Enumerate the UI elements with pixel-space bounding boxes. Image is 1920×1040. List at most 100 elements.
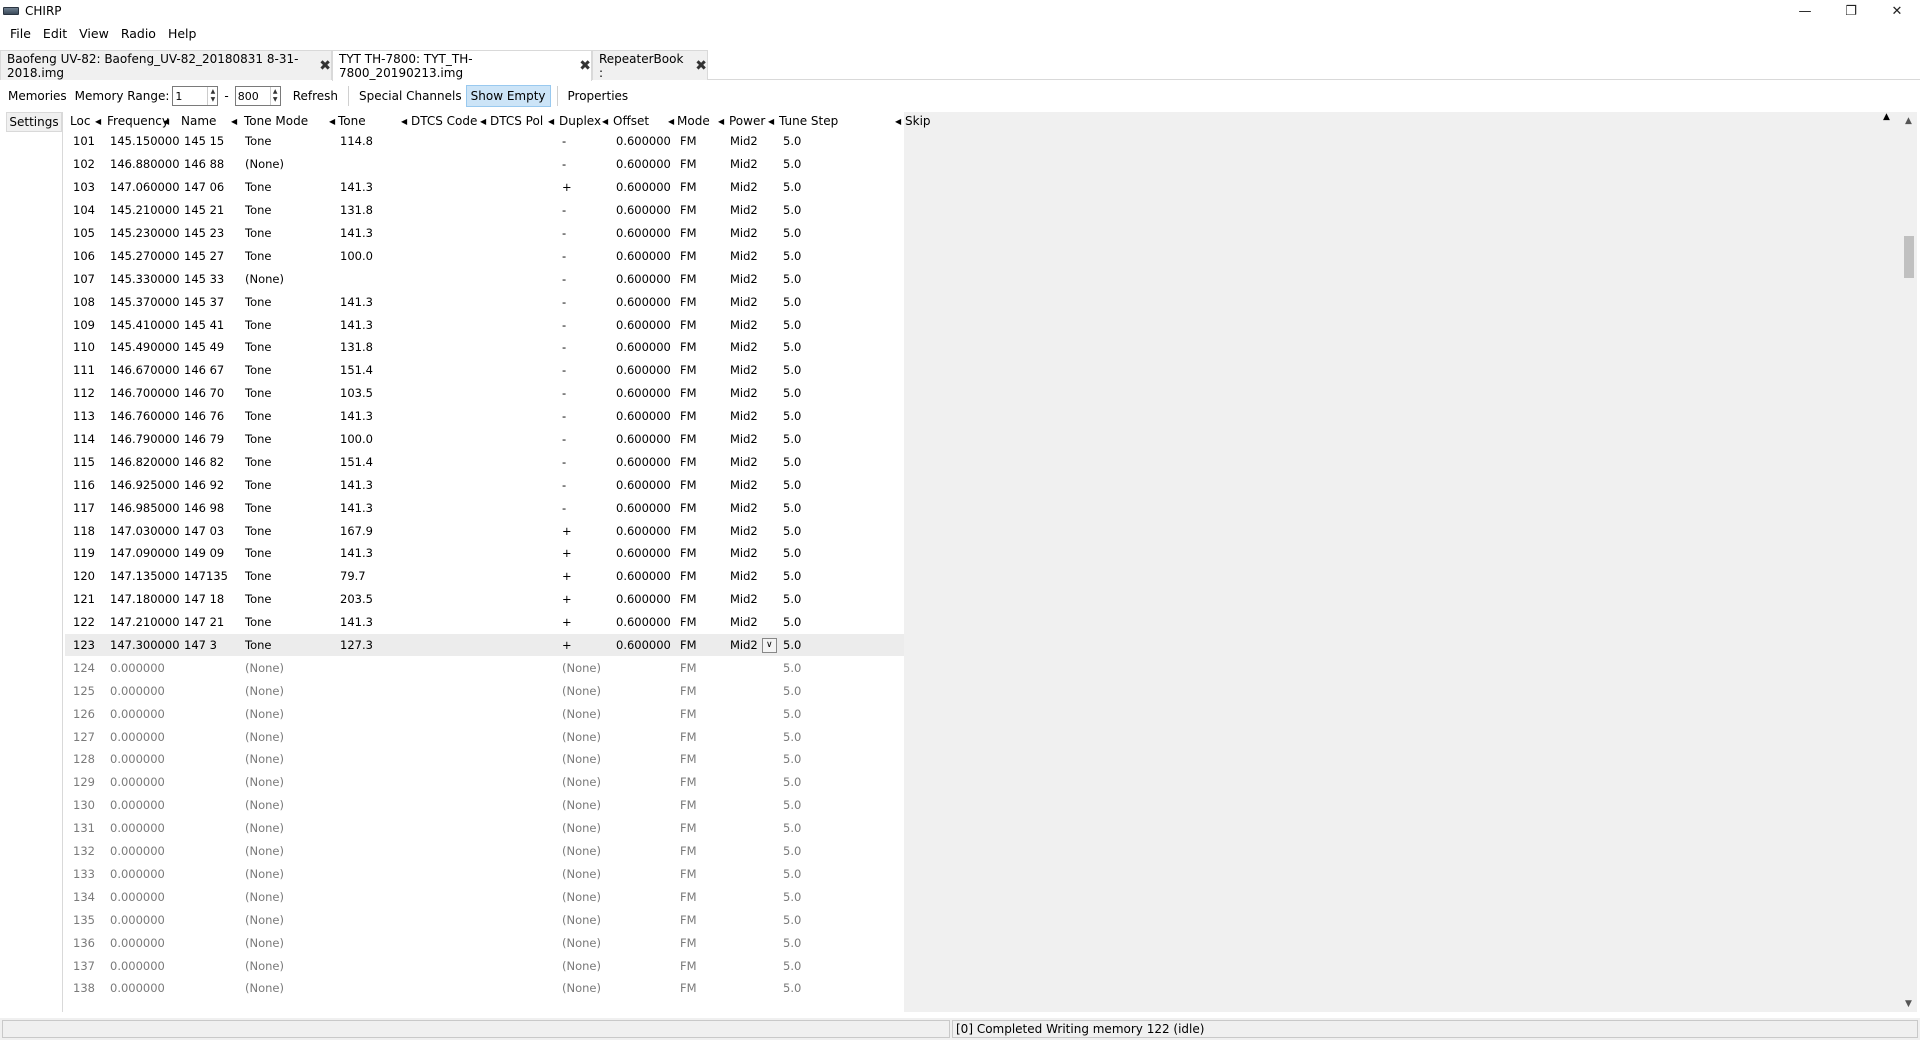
cell-offset[interactable]: 0.600000 bbox=[616, 588, 671, 611]
cell-power[interactable]: Mid2 bbox=[730, 153, 758, 176]
scrollbar-thumb[interactable] bbox=[1904, 236, 1914, 278]
cell-tune-step[interactable]: 5.0 bbox=[783, 199, 801, 222]
refresh-button[interactable]: Refresh bbox=[289, 85, 342, 107]
cell-frequency[interactable]: 0.000000 bbox=[110, 863, 165, 886]
cell-offset[interactable]: 0.600000 bbox=[616, 519, 671, 542]
cell-offset[interactable]: 0.600000 bbox=[616, 267, 671, 290]
cell-power[interactable]: Mid2 bbox=[730, 313, 758, 336]
cell-tone-mode[interactable]: Tone bbox=[245, 176, 271, 199]
cell-name[interactable]: 145 33 bbox=[184, 267, 224, 290]
table-row[interactable]: 120 147.135000 147135 Tone 79.7 +0.600000 FM Mi… bbox=[65, 565, 904, 588]
cell-loc[interactable]: 123 bbox=[73, 634, 95, 657]
cell-loc[interactable]: 118 bbox=[73, 519, 95, 542]
cell-tone-mode[interactable]: (None) bbox=[245, 679, 284, 702]
table-row[interactable]: 138 0.000000 (None) (None) FM 5.0 bbox=[65, 977, 904, 1000]
cell-frequency[interactable]: 0.000000 bbox=[110, 771, 165, 794]
cell-frequency[interactable]: 147.060000 bbox=[110, 176, 180, 199]
cell-power[interactable]: Mid2 bbox=[730, 359, 758, 382]
cell-loc[interactable]: 133 bbox=[73, 863, 95, 886]
cell-tone[interactable]: 100.0 bbox=[340, 428, 373, 451]
table-row[interactable]: 118 147.030000 147 03 Tone 167.9 +0.600000 FM M… bbox=[65, 519, 904, 542]
table-row[interactable]: 111 146.670000 146 67 Tone 151.4 - 0.600000 FM M… bbox=[65, 359, 904, 382]
cell-tone-mode[interactable]: Tone bbox=[245, 199, 271, 222]
cell-duplex[interactable]: + bbox=[562, 519, 572, 542]
cell-frequency[interactable]: 147.300000 bbox=[110, 634, 180, 657]
sort-arrow-icon[interactable]: ◀ bbox=[163, 112, 169, 130]
cell-tone[interactable]: 141.3 bbox=[340, 222, 373, 245]
cell-name[interactable]: 149 09 bbox=[184, 542, 224, 565]
cell-tune-step[interactable]: 5.0 bbox=[783, 565, 801, 588]
cell-tone-mode[interactable]: Tone bbox=[245, 336, 271, 359]
cell-tone-mode[interactable]: (None) bbox=[245, 725, 284, 748]
cell-power[interactable]: Mid2 bbox=[730, 542, 758, 565]
sort-arrow-icon[interactable]: ◀ bbox=[602, 112, 608, 130]
cell-name[interactable]: 145 37 bbox=[184, 290, 224, 313]
cell-duplex[interactable]: (None) bbox=[562, 863, 601, 886]
sort-arrow-icon[interactable]: ◀ bbox=[480, 112, 486, 130]
cell-name[interactable]: 145 23 bbox=[184, 222, 224, 245]
cell-loc[interactable]: 138 bbox=[73, 977, 95, 1000]
cell-loc[interactable]: 136 bbox=[73, 931, 95, 954]
table-row[interactable]: 137 0.000000 (None) (None) FM 5.0 bbox=[65, 954, 904, 977]
cell-frequency[interactable]: 147.210000 bbox=[110, 611, 180, 634]
cell-tone[interactable]: 103.5 bbox=[340, 382, 373, 405]
cell-mode[interactable]: FM bbox=[680, 817, 697, 840]
scroll-up-icon[interactable]: ▲ bbox=[1900, 112, 1917, 129]
cell-loc[interactable]: 126 bbox=[73, 702, 95, 725]
cell-offset[interactable]: 0.600000 bbox=[616, 290, 671, 313]
sort-arrow-icon[interactable]: ◀ bbox=[231, 112, 237, 130]
table-row[interactable]: 113 146.760000 146 76 Tone 141.3 - 0.600000 FM M… bbox=[65, 405, 904, 428]
cell-duplex[interactable]: - bbox=[562, 359, 566, 382]
table-row[interactable]: 128 0.000000 (None) (None) FM 5.0 bbox=[65, 748, 904, 771]
cell-mode[interactable]: FM bbox=[680, 176, 697, 199]
cell-name[interactable]: 147 3 bbox=[184, 634, 217, 657]
cell-name[interactable]: 147 18 bbox=[184, 588, 224, 611]
cell-tone-mode[interactable]: (None) bbox=[245, 771, 284, 794]
cell-power[interactable]: Mid2 bbox=[730, 267, 758, 290]
cell-frequency[interactable]: 0.000000 bbox=[110, 725, 165, 748]
table-row[interactable]: 107 145.330000 145 33 (None) - 0.600000 FM Mid2… bbox=[65, 267, 904, 290]
cell-duplex[interactable]: - bbox=[562, 222, 566, 245]
cell-loc[interactable]: 112 bbox=[73, 382, 95, 405]
cell-offset[interactable]: 0.600000 bbox=[616, 244, 671, 267]
cell-frequency[interactable]: 145.410000 bbox=[110, 313, 180, 336]
tab-repeaterbook[interactable]: RepeaterBook : ✖ bbox=[592, 50, 708, 80]
cell-tune-step[interactable]: 5.0 bbox=[783, 885, 801, 908]
cell-tune-step[interactable]: 5.0 bbox=[783, 908, 801, 931]
column-header-tone[interactable]: Tone bbox=[338, 112, 366, 130]
cell-mode[interactable]: FM bbox=[680, 565, 697, 588]
cell-tone[interactable]: 167.9 bbox=[340, 519, 373, 542]
cell-mode[interactable]: FM bbox=[680, 244, 697, 267]
cell-tone-mode[interactable]: Tone bbox=[245, 382, 271, 405]
table-row[interactable]: 131 0.000000 (None) (None) FM 5.0 bbox=[65, 817, 904, 840]
cell-duplex[interactable]: (None) bbox=[562, 748, 601, 771]
cell-duplex[interactable]: + bbox=[562, 542, 572, 565]
cell-duplex[interactable]: + bbox=[562, 565, 572, 588]
cell-tune-step[interactable]: 5.0 bbox=[783, 382, 801, 405]
cell-mode[interactable]: FM bbox=[680, 794, 697, 817]
cell-loc[interactable]: 109 bbox=[73, 313, 95, 336]
cell-tone-mode[interactable]: (None) bbox=[245, 931, 284, 954]
minimize-button[interactable]: — bbox=[1782, 0, 1828, 22]
cell-frequency[interactable]: 0.000000 bbox=[110, 794, 165, 817]
table-row[interactable]: 134 0.000000 (None) (None) FM 5.0 bbox=[65, 885, 904, 908]
cell-loc[interactable]: 127 bbox=[73, 725, 95, 748]
cell-loc[interactable]: 132 bbox=[73, 840, 95, 863]
cell-tune-step[interactable]: 5.0 bbox=[783, 176, 801, 199]
cell-loc[interactable]: 105 bbox=[73, 222, 95, 245]
cell-tone-mode[interactable]: Tone bbox=[245, 130, 271, 153]
cell-frequency[interactable]: 146.760000 bbox=[110, 405, 180, 428]
cell-tone-mode[interactable]: (None) bbox=[245, 908, 284, 931]
table-row[interactable]: 103 147.060000 147 06 Tone 141.3 +0.600000 FM M… bbox=[65, 176, 904, 199]
cell-tune-step[interactable]: 5.0 bbox=[783, 542, 801, 565]
cell-frequency[interactable]: 147.090000 bbox=[110, 542, 180, 565]
cell-tune-step[interactable]: 5.0 bbox=[783, 336, 801, 359]
cell-power[interactable]: Mid2 bbox=[730, 588, 758, 611]
cell-offset[interactable]: 0.600000 bbox=[616, 405, 671, 428]
vertical-scrollbar[interactable]: ▲ ▼ bbox=[1900, 112, 1917, 1012]
cell-offset[interactable]: 0.600000 bbox=[616, 428, 671, 451]
cell-tone[interactable]: 79.7 bbox=[340, 565, 366, 588]
table-row[interactable]: 122 147.210000 147 21 Tone 141.3 +0.600000 FM M… bbox=[65, 611, 904, 634]
cell-tone-mode[interactable]: Tone bbox=[245, 588, 271, 611]
cell-mode[interactable]: FM bbox=[680, 748, 697, 771]
